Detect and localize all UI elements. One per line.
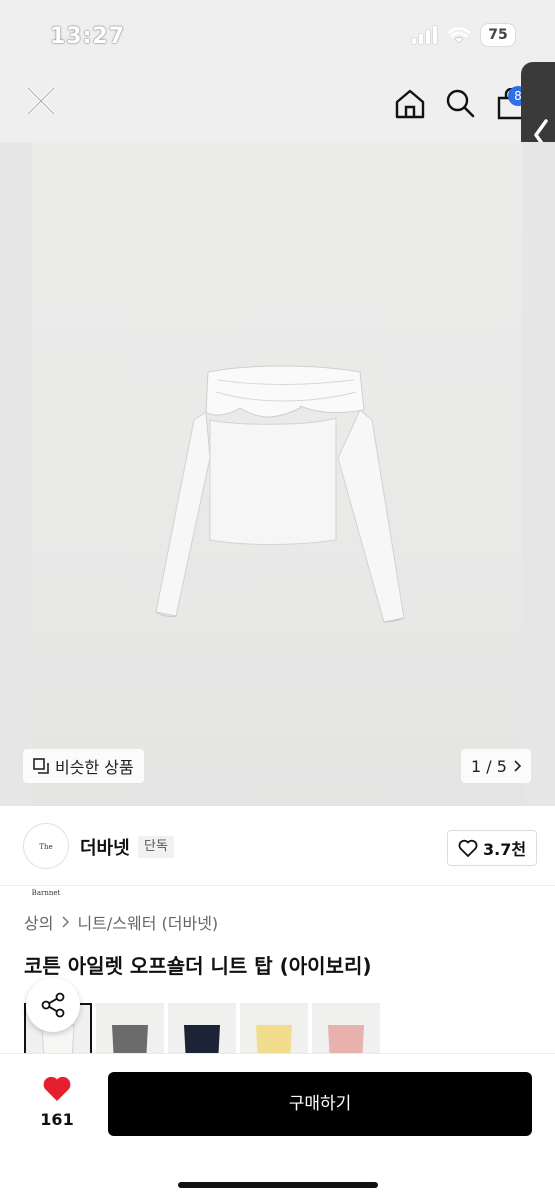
status-bar: 13:27 75 — [0, 0, 555, 70]
heart-outline-icon — [458, 839, 478, 857]
share-icon — [41, 992, 65, 1018]
top-nav: 8 — [0, 70, 555, 142]
product-image-gallery[interactable]: 비슷한 상품 1 / 5 — [0, 142, 555, 806]
heart-filled-icon — [43, 1076, 71, 1101]
chevron-right-icon — [62, 916, 70, 928]
breadcrumb-category[interactable]: 상의 — [24, 910, 53, 934]
brand-like-count: 3.7천 — [483, 840, 527, 859]
wifi-icon — [447, 27, 471, 44]
signal-icon — [412, 26, 437, 44]
home-indicator — [178, 1182, 378, 1188]
status-icons: 75 — [412, 24, 515, 46]
breadcrumb: 상의 니트/스웨터 (더바넷) — [24, 910, 218, 934]
exclusive-badge: 단독 — [138, 836, 174, 858]
off-shoulder-top-image — [155, 365, 405, 623]
product-photo — [32, 142, 522, 806]
buy-button[interactable]: 구매하기 — [108, 1072, 532, 1136]
chevron-right-icon — [514, 760, 521, 772]
brand-like-button[interactable]: 3.7천 — [447, 830, 538, 866]
similar-products-label: 비슷한 상품 — [55, 758, 134, 777]
brand-logo[interactable]: The Barnnet — [23, 823, 69, 897]
search-icon[interactable] — [445, 88, 475, 118]
share-button[interactable] — [26, 978, 80, 1032]
brand-name[interactable]: 더바넷 — [80, 834, 130, 860]
product-title: 코튼 아일렛 오프숄더 니트 탑 (아이보리) — [24, 954, 372, 978]
wishlist-button[interactable]: 161 — [22, 1074, 92, 1140]
close-icon[interactable] — [24, 84, 58, 118]
breadcrumb-subcategory[interactable]: 니트/스웨터 (더바넷) — [77, 910, 218, 934]
bottom-action-bar: 161 구매하기 — [0, 1053, 555, 1200]
battery-indicator: 75 — [481, 24, 515, 46]
brand-row: The Barnnet 더바넷 단독 3.7천 — [0, 806, 555, 897]
gallery-page-indicator[interactable]: 1 / 5 — [461, 749, 531, 783]
wishlist-count: 161 — [40, 1110, 74, 1129]
home-icon[interactable] — [394, 88, 426, 120]
gallery-page-text: 1 / 5 — [471, 756, 507, 776]
status-time: 13:27 — [50, 24, 126, 49]
similar-products-button[interactable]: 비슷한 상품 — [23, 749, 144, 783]
copy-icon — [33, 758, 49, 774]
